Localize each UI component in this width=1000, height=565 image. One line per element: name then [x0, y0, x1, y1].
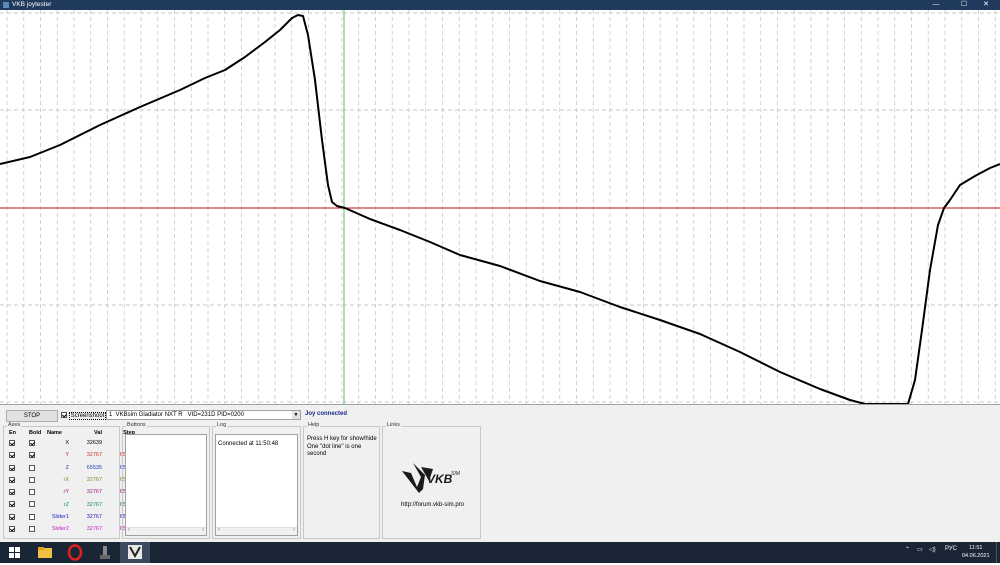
buttons-horizontal-scrollbar[interactable]: ‹ ›	[126, 527, 206, 535]
forum-link[interactable]: http://forum.vkb-sim.pro	[401, 502, 464, 508]
axis-row: Y3276765535	[6, 449, 135, 461]
axis-name: Slider1	[51, 513, 69, 520]
axis-value: 32767	[86, 477, 102, 484]
bold-checkbox[interactable]	[29, 489, 35, 496]
network-icon[interactable]: ▭	[917, 546, 923, 553]
axis-value: 32767	[86, 513, 102, 520]
log-line: Connected at 11:50:48	[218, 441, 279, 447]
scroll-right-icon[interactable]: ›	[202, 527, 204, 533]
minimize-button[interactable]: —	[922, 0, 950, 10]
windows-start-icon[interactable]	[0, 542, 30, 563]
buttons-list[interactable]: ‹ ›	[125, 434, 207, 536]
chevron-down-icon[interactable]: ▼	[292, 411, 300, 419]
bold-checkbox[interactable]	[29, 464, 35, 471]
bold-checkbox[interactable]	[29, 476, 35, 483]
buttons-group: Buttons ‹ ›	[122, 422, 210, 539]
axis-value: 32767	[86, 452, 102, 459]
device-select-value: 1 VKBsim Gladiator NXT R VID=231D PID=02…	[109, 412, 244, 418]
log-textarea[interactable]: Connected at 11:50:48 ‹ ›	[215, 434, 298, 536]
language-indicator[interactable]: РУС	[945, 546, 957, 552]
axis-graph-area	[0, 10, 1000, 404]
windows-taskbar: ⌃ ▭ ◁) РУС 11:51 04.06.2021	[0, 542, 1000, 563]
axis-row: Slider13276765535	[6, 511, 135, 523]
bold-checkbox[interactable]	[29, 501, 35, 508]
log-horizontal-scrollbar[interactable]: ‹ ›	[216, 527, 297, 535]
axis-name: rY	[63, 489, 70, 496]
opera-browser-icon[interactable]	[60, 542, 90, 563]
svg-text:VKB: VKB	[427, 472, 453, 486]
tray-chevron-icon[interactable]: ⌃	[905, 546, 910, 553]
axis-value: 32767	[86, 489, 102, 496]
axis-value: 32767	[86, 526, 102, 533]
scroll-left-icon[interactable]: ‹	[128, 527, 130, 533]
scroll-left-icon[interactable]: ‹	[218, 527, 220, 533]
axis-row: Z6553565535	[6, 462, 135, 474]
enable-checkbox[interactable]	[9, 464, 15, 471]
header-bold: Bold	[29, 430, 42, 436]
axis-value: 32639	[86, 440, 102, 447]
axis-value: 65535	[86, 464, 102, 471]
joystick-app-icon[interactable]	[90, 542, 120, 563]
header-val: Val	[94, 430, 102, 436]
help-group: Help Press H key for show/hide One "dot …	[303, 422, 380, 539]
screenshoot-checkbox[interactable]	[61, 412, 67, 418]
enable-checkbox[interactable]	[9, 452, 15, 459]
stop-button[interactable]: STOP	[6, 410, 58, 422]
axis-row: X3263916	[6, 437, 135, 449]
header-en: En	[9, 430, 17, 436]
log-group: Log Connected at 11:50:48 ‹ ›	[212, 422, 301, 539]
axis-name: Y	[65, 452, 69, 459]
clock-time: 11:51	[969, 545, 983, 551]
links-group-label: Links	[386, 422, 401, 428]
vkb-sim-logo[interactable]: VKB SIM	[399, 459, 465, 495]
clock[interactable]: 11:51 04.06.2021	[962, 544, 990, 560]
buttons-group-label: Buttons	[126, 422, 147, 428]
axes-table: En Bold Name Val Step X3263916Y327676553…	[6, 429, 135, 535]
axis-name: Slider2	[51, 526, 69, 533]
enable-checkbox[interactable]	[9, 476, 15, 483]
title-bar: VKB joytester — ☐ ✕	[0, 0, 1000, 10]
file-explorer-icon[interactable]	[30, 542, 60, 563]
screenshoot-toggle[interactable]: Screenshoot	[61, 411, 107, 420]
bold-checkbox[interactable]	[29, 452, 35, 459]
volume-icon[interactable]: ◁)	[929, 546, 936, 553]
enable-checkbox[interactable]	[9, 489, 15, 496]
x-axis-trace	[0, 14, 1000, 404]
device-select[interactable]: 1 VKBsim Gladiator NXT R VID=231D PID=02…	[106, 410, 301, 420]
axis-row: Slider23276765535	[6, 523, 135, 535]
axis-name: Z	[65, 464, 69, 471]
window-title: VKB joytester	[12, 1, 52, 8]
links-group: Links VKB SIM http://forum.vkb-sim.pro	[382, 422, 481, 539]
axis-name: rZ	[63, 501, 69, 508]
help-text-line-1: Press H key for show/hide	[307, 436, 377, 442]
axis-row: rY3276765535	[6, 486, 135, 498]
app-icon	[3, 2, 9, 8]
bold-checkbox[interactable]	[29, 526, 35, 532]
axis-name: rX	[63, 477, 70, 484]
axis-value: 32767	[86, 501, 102, 508]
vkb-joytester-icon[interactable]	[120, 542, 150, 563]
control-panel: STOP Screenshoot 1 VKBsim Gladiator NXT …	[0, 404, 1000, 543]
enable-checkbox[interactable]	[9, 526, 15, 532]
close-button[interactable]: ✕	[972, 0, 1000, 10]
screenshoot-label: Screenshoot	[68, 411, 107, 420]
axis-row: rX3276765535	[6, 474, 135, 486]
bold-checkbox[interactable]	[29, 513, 35, 520]
show-desktop-button[interactable]	[996, 542, 1000, 563]
axes-group-label: Axes	[7, 422, 22, 428]
connection-status: Joy connected	[305, 411, 348, 417]
bold-checkbox[interactable]	[29, 439, 35, 446]
enable-checkbox[interactable]	[9, 513, 15, 520]
header-name: Name	[47, 430, 62, 436]
clock-date: 04.06.2021	[962, 553, 990, 559]
enable-checkbox[interactable]	[9, 501, 15, 508]
svg-text:SIM: SIM	[451, 471, 461, 477]
scroll-right-icon[interactable]: ›	[293, 527, 295, 533]
axis-row: rZ3276765535	[6, 498, 135, 510]
help-group-label: Help	[307, 422, 321, 428]
log-group-label: Log	[216, 422, 228, 428]
axis-name: X	[65, 440, 69, 447]
help-text-line-2: One "dot line" is one second	[307, 443, 362, 458]
enable-checkbox[interactable]	[9, 439, 15, 446]
